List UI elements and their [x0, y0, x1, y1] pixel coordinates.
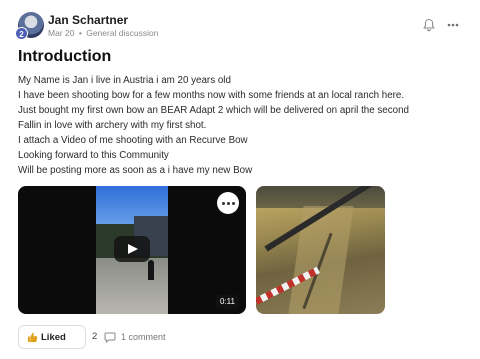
image-attachment[interactable] [256, 186, 385, 314]
body-line: Will be posting more as soon as a i have… [18, 165, 253, 176]
post-date: Mar 20 [48, 28, 75, 38]
video-duration: 0:11 [216, 295, 239, 309]
post-actions: Liked 2 1 comment [18, 325, 318, 349]
post-category[interactable]: General discussion [86, 28, 158, 38]
like-button[interactable]: Liked [18, 325, 86, 349]
post-title: Introduction [18, 48, 112, 65]
body-line: Looking forward to this Community [18, 150, 169, 161]
body-line: I have been shooting bow for a few month… [18, 90, 405, 101]
like-label: Liked [41, 332, 66, 343]
bell-icon[interactable] [422, 18, 436, 32]
more-horizontal-icon[interactable] [446, 18, 460, 32]
level-badge: 2 [15, 27, 28, 40]
post-meta: Mar 20 • General discussion [48, 28, 159, 38]
video-attachment[interactable]: 0:11 [18, 186, 246, 314]
comment-count-link[interactable]: 1 comment [121, 332, 166, 342]
thumbs-up-icon [27, 332, 38, 343]
like-count[interactable]: 2 [92, 331, 97, 342]
post-header: 2 Jan Schartner Mar 20 • General discuss… [15, 12, 468, 42]
meta-separator: • [78, 28, 82, 38]
body-line: My Name is Jan i live in Austria i am 20… [18, 75, 231, 86]
play-icon[interactable] [114, 236, 150, 262]
body-line: Fallin in love with archery with my firs… [18, 120, 207, 131]
comment-icon[interactable] [104, 331, 116, 343]
more-dots-icon[interactable] [217, 192, 239, 214]
body-line: Just bought my first own bow an BEAR Ada… [18, 105, 409, 116]
post-body: My Name is Jan i live in Austria i am 20… [18, 73, 468, 178]
body-line: I attach a Video of me shooting with an … [18, 135, 248, 146]
author-name[interactable]: Jan Schartner [48, 13, 128, 27]
